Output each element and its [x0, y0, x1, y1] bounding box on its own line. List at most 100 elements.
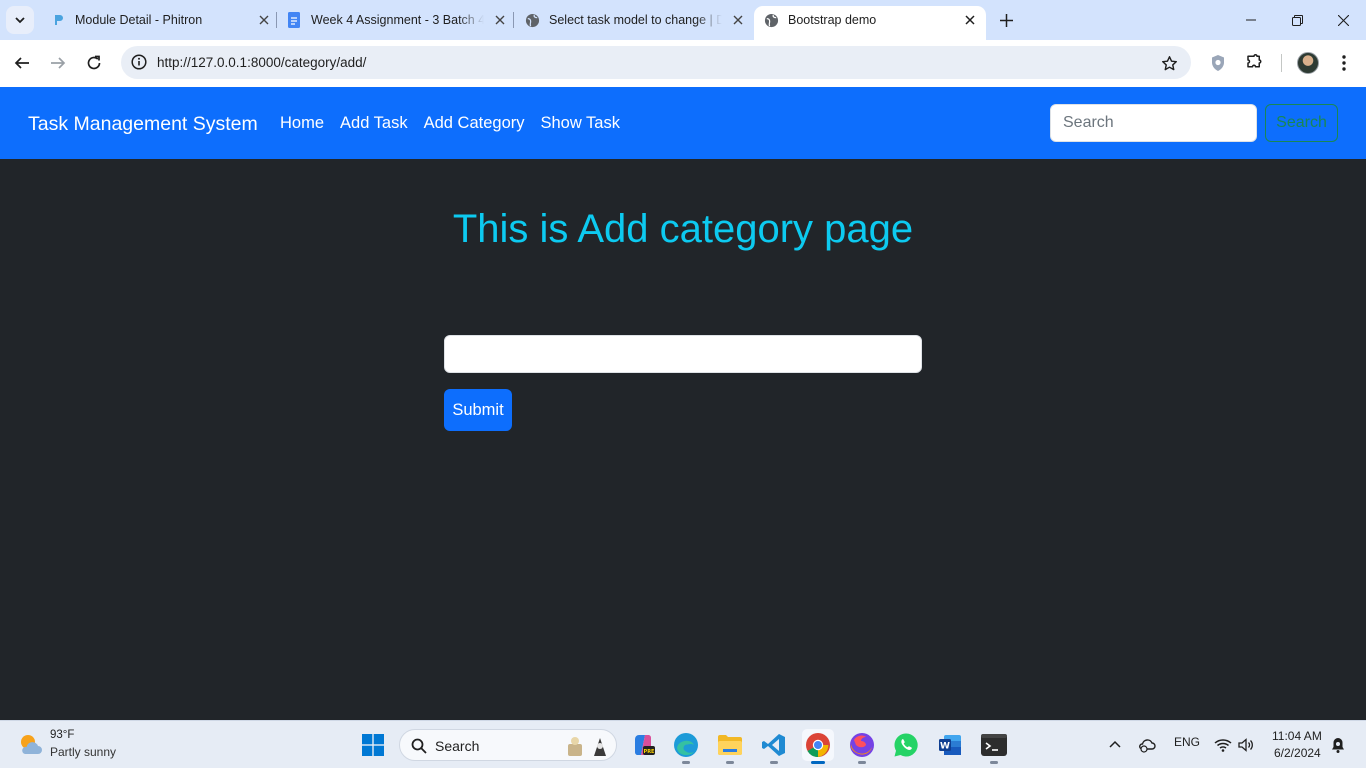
svg-text:PRE: PRE	[644, 749, 655, 755]
tab-separator	[276, 12, 277, 28]
nav-link-add-category[interactable]: Add Category	[424, 114, 525, 133]
browser-toolbar: http://127.0.0.1:8000/category/add/	[0, 40, 1366, 87]
nav-link-home[interactable]: Home	[280, 114, 324, 133]
restore-icon	[1291, 14, 1303, 26]
site-info-icon[interactable]	[129, 52, 149, 72]
windows-taskbar: 93°F Partly sunny Search PRE W ENG 11:04…	[0, 720, 1366, 768]
close-icon[interactable]	[256, 12, 272, 28]
search-highlight-icon	[568, 737, 606, 756]
arrow-right-icon	[51, 57, 66, 69]
nav-links: Home Add Task Add Category Show Task	[280, 114, 620, 133]
taskbar-search-label: Search	[435, 738, 480, 754]
tab-week4-assignment[interactable]: Week 4 Assignment - 3 Batch 4	[286, 6, 508, 34]
cloud-sync-icon	[1139, 739, 1156, 753]
close-icon[interactable]	[730, 12, 746, 28]
tab-bootstrap-demo[interactable]: Bootstrap demo	[754, 6, 986, 40]
whatsapp-icon	[894, 733, 918, 757]
reload-button[interactable]	[79, 48, 109, 78]
chevron-up-icon	[1109, 740, 1121, 748]
navbar-search-button[interactable]: Search	[1265, 104, 1338, 142]
taskbar-file-explorer[interactable]	[714, 729, 746, 764]
close-icon[interactable]	[492, 12, 508, 28]
chevron-down-icon	[15, 17, 25, 24]
edge-icon	[674, 733, 698, 757]
globe-icon	[524, 12, 540, 28]
navbar-search-input[interactable]	[1050, 104, 1257, 142]
category-name-input[interactable]	[444, 335, 922, 373]
vscode-icon	[762, 734, 785, 756]
notification-bell-icon	[1332, 738, 1344, 753]
tab-separator	[513, 12, 514, 28]
svg-text:W: W	[940, 742, 950, 752]
close-icon	[1337, 14, 1349, 26]
tray-network-drive[interactable]	[1132, 729, 1162, 761]
taskbar-whatsapp[interactable]	[890, 729, 922, 761]
profile-avatar[interactable]	[1297, 52, 1319, 74]
file-explorer-icon	[718, 735, 742, 755]
back-button[interactable]	[7, 48, 37, 78]
submit-button[interactable]: Submit	[444, 389, 512, 431]
weather-temperature[interactable]: 93°F	[50, 729, 74, 741]
minimize-icon	[1246, 19, 1256, 21]
terminal-icon	[981, 734, 1007, 756]
wifi-icon	[1214, 739, 1232, 752]
browser-menu-icon[interactable]	[1333, 52, 1355, 74]
weather-description[interactable]: Partly sunny	[50, 745, 116, 759]
plus-icon	[999, 13, 1013, 27]
globe-icon	[763, 12, 779, 28]
reload-icon	[87, 55, 101, 70]
copilot-icon: PRE	[634, 735, 655, 755]
toolbar-divider	[1281, 54, 1282, 72]
tray-overflow-button[interactable]	[1100, 729, 1130, 761]
forward-button[interactable]	[43, 48, 73, 78]
language-indicator[interactable]: ENG	[1174, 735, 1200, 749]
running-indicator	[770, 761, 778, 764]
minimize-button[interactable]	[1228, 0, 1274, 40]
start-button[interactable]	[357, 729, 389, 761]
taskbar-firefox[interactable]	[846, 729, 878, 764]
running-indicator	[726, 761, 734, 764]
taskbar-word[interactable]: W	[934, 729, 966, 761]
bookmark-star-icon[interactable]	[1159, 53, 1179, 73]
tab-select-task-model[interactable]: Select task model to change | D	[524, 6, 746, 34]
taskbar-edge[interactable]	[670, 729, 702, 764]
tray-volume[interactable]	[1232, 729, 1260, 761]
taskbar-search-box[interactable]: Search	[399, 729, 617, 761]
new-tab-button[interactable]	[994, 8, 1018, 32]
taskbar-copilot[interactable]: PRE	[627, 729, 659, 761]
navbar-brand[interactable]: Task Management System	[28, 113, 258, 136]
running-indicator	[990, 761, 998, 764]
arrow-left-icon	[14, 57, 29, 69]
clock-date[interactable]: 6/2/2024	[1274, 746, 1321, 760]
tab-title: Week 4 Assignment - 3 Batch 4	[311, 13, 484, 27]
close-window-button[interactable]	[1320, 0, 1366, 40]
extension-shield-icon[interactable]	[1207, 52, 1229, 74]
start-icon	[362, 734, 384, 756]
close-icon[interactable]	[962, 12, 978, 28]
firefox-icon	[850, 733, 874, 757]
tab-title: Select task model to change | D	[549, 13, 722, 27]
running-indicator	[682, 761, 690, 764]
extensions-puzzle-icon[interactable]	[1243, 52, 1265, 74]
taskbar-vscode[interactable]	[758, 729, 790, 764]
nav-link-show-task[interactable]: Show Task	[541, 114, 621, 133]
notification-center[interactable]	[1328, 733, 1348, 757]
tab-title: Bootstrap demo	[788, 13, 877, 27]
restore-button[interactable]	[1274, 0, 1320, 40]
volume-icon	[1238, 738, 1253, 752]
url-text[interactable]: http://127.0.0.1:8000/category/add/	[157, 55, 366, 70]
taskbar-terminal[interactable]	[978, 729, 1010, 764]
address-bar[interactable]: http://127.0.0.1:8000/category/add/	[121, 46, 1191, 79]
tab-search-button[interactable]	[6, 6, 34, 34]
taskbar-chrome[interactable]	[802, 729, 834, 764]
clock-time[interactable]: 11:04 AM	[1272, 729, 1322, 743]
active-indicator	[811, 761, 825, 764]
chrome-icon	[806, 733, 830, 757]
word-icon: W	[939, 735, 961, 755]
tab-title: Module Detail - Phitron	[75, 13, 203, 27]
tab-module-detail[interactable]: Module Detail - Phitron	[50, 6, 272, 34]
weather-partly-sunny-icon[interactable]	[16, 730, 44, 758]
running-indicator	[858, 761, 866, 764]
search-icon	[411, 738, 427, 754]
nav-link-add-task[interactable]: Add Task	[340, 114, 408, 133]
